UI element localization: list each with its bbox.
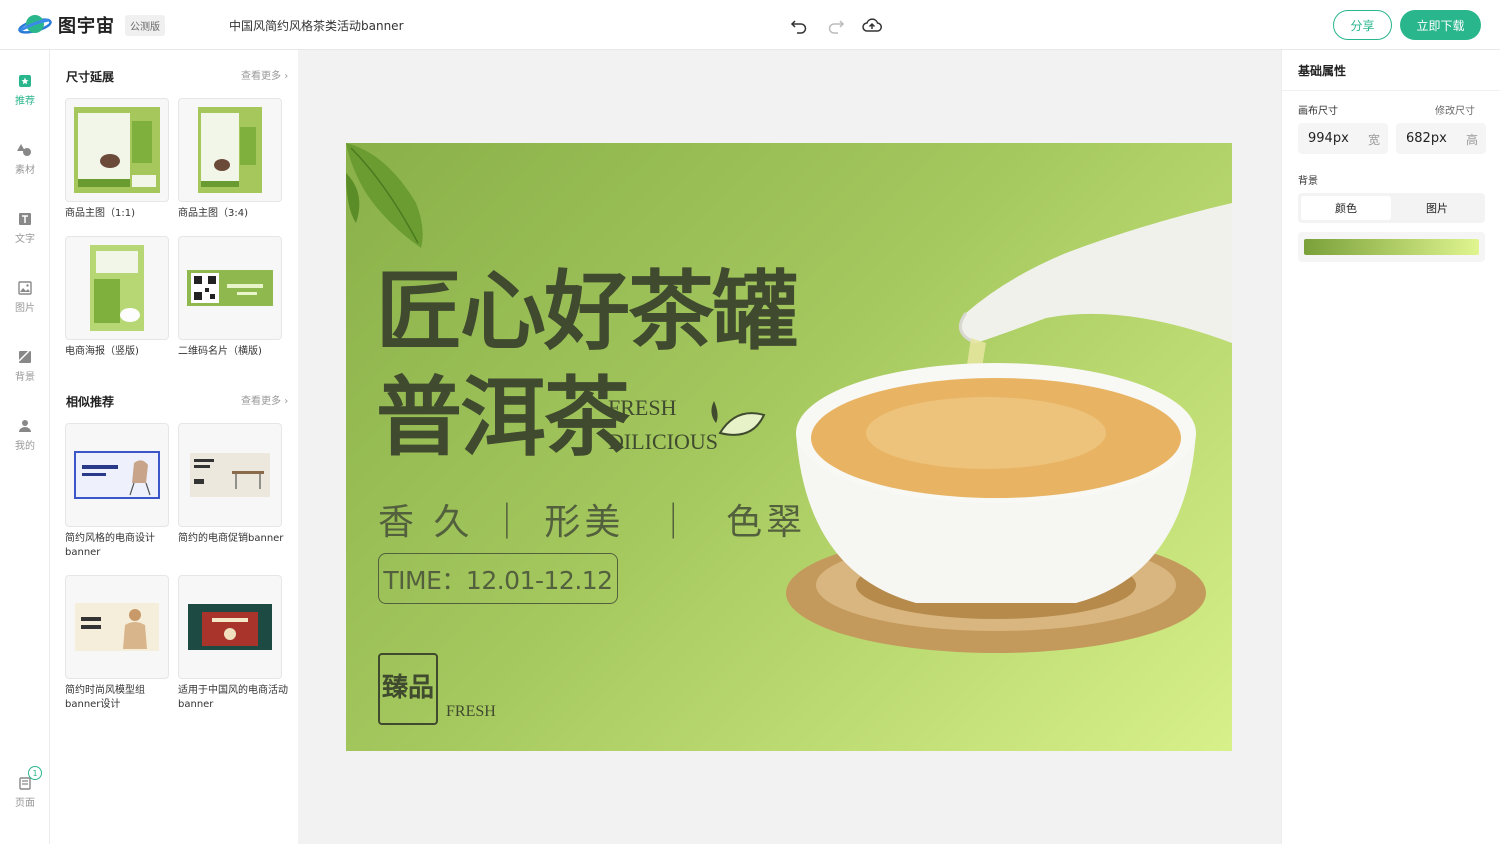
headline-line2[interactable]: 普洱茶 xyxy=(376,375,630,461)
tool-rail: 推荐 素材 文字 图片 背景 我的 页面 1 xyxy=(0,50,50,844)
cloud-save-icon[interactable] xyxy=(862,15,882,35)
chinese-style-banner-thumbnail xyxy=(188,604,272,650)
user-icon xyxy=(19,420,31,432)
template-card[interactable] xyxy=(65,236,169,340)
text-icon xyxy=(19,213,31,225)
seal-caption[interactable]: FRESH xyxy=(446,703,496,721)
width-field[interactable]: 994px 宽 xyxy=(1298,123,1388,154)
chevron-right-icon: › xyxy=(284,396,289,407)
template-card[interactable] xyxy=(178,423,282,527)
template-card[interactable] xyxy=(178,575,282,679)
see-more-similar[interactable]: 查看更多 › xyxy=(241,392,288,407)
rail-item-label: 我的 xyxy=(15,441,35,452)
tea-poster-thumbnail xyxy=(90,245,144,331)
properties-panel: 基础属性 画布尺寸 修改尺寸 994px 宽 682px 高 背景 颜色 图片 xyxy=(1281,50,1500,844)
english-fresh-text[interactable]: FRESH xyxy=(608,395,676,421)
time-box[interactable]: TIME：12.01-12.12 xyxy=(378,553,618,604)
rail-item-label: 背景 xyxy=(15,372,35,383)
template-card-label: 二维码名片（横版) xyxy=(178,346,262,357)
headline-line1[interactable]: 匠心好茶罐 xyxy=(376,269,798,355)
template-card-label: 简约风格的电商设计banner xyxy=(65,533,155,558)
qr-card-thumbnail xyxy=(187,270,273,306)
bg-option-image[interactable]: 图片 xyxy=(1392,196,1482,220)
rail-item-label: 图片 xyxy=(15,303,35,314)
canvas-size-label: 画布尺寸 xyxy=(1298,106,1338,117)
tea-product-thumbnail xyxy=(198,107,262,193)
beta-badge: 公测版 xyxy=(125,14,165,36)
rail-item-mine[interactable]: 我的 xyxy=(0,419,50,452)
see-more-label: 查看更多 xyxy=(241,396,281,407)
template-card[interactable] xyxy=(178,98,282,202)
template-card[interactable] xyxy=(178,236,282,340)
resize-link[interactable]: 修改尺寸 xyxy=(1435,102,1475,117)
template-panel: 尺寸延展 查看更多 › 商品主图（1:1) 商品主图（3:4) 电商海报（竖版)… xyxy=(50,50,298,844)
tagline-text[interactable]: 香 久 ｜ 形美 ｜ 色翠 xyxy=(378,493,806,545)
bg-option-color[interactable]: 颜色 xyxy=(1301,196,1391,220)
template-card[interactable] xyxy=(65,575,169,679)
template-card[interactable] xyxy=(65,98,169,202)
redo-icon[interactable] xyxy=(826,15,846,35)
rail-item-recommend[interactable]: 推荐 xyxy=(0,74,50,107)
height-unit: 高 xyxy=(1465,133,1478,147)
share-button[interactable]: 分享 xyxy=(1333,10,1392,40)
template-card-label: 简约的电商促销banner xyxy=(178,533,284,544)
design-canvas[interactable]: 匠心好茶罐 普洱茶 FRESH DILICIOUS 香 久 ｜ 形美 ｜ 色翠 … xyxy=(346,143,1232,751)
tea-product-thumbnail xyxy=(74,107,160,193)
divider xyxy=(1282,90,1500,91)
section-title-similar: 相似推荐 xyxy=(66,395,115,409)
rail-item-label: 文字 xyxy=(15,234,35,245)
template-card-label: 商品主图（3:4) xyxy=(178,208,248,219)
teapot-and-cup-illustration[interactable] xyxy=(766,193,1232,713)
rail-item-pages[interactable]: 页面 xyxy=(0,776,50,809)
tea-leaf-decoration[interactable] xyxy=(346,143,436,253)
page-count-badge: 1 xyxy=(28,766,42,780)
leaf-icon[interactable] xyxy=(706,393,770,449)
table-banner-thumbnail xyxy=(190,453,270,497)
background-type-toggle: 颜色 图片 xyxy=(1298,193,1485,223)
workspace: 匠心好茶罐 普洱茶 FRESH DILICIOUS 香 久 ｜ 形美 ｜ 色翠 … xyxy=(298,50,1281,844)
undo-icon[interactable] xyxy=(789,15,809,35)
fashion-banner-thumbnail xyxy=(75,603,159,651)
template-card[interactable] xyxy=(65,423,169,527)
properties-title: 基础属性 xyxy=(1298,64,1347,78)
document-title[interactable]: 中国风简约风格茶类活动banner xyxy=(229,17,404,34)
rail-item-text[interactable]: 文字 xyxy=(0,212,50,245)
rail-item-label: 页面 xyxy=(15,798,35,809)
rail-item-label: 推荐 xyxy=(15,96,35,107)
template-card-label: 电商海报（竖版) xyxy=(65,346,139,357)
width-unit: 宽 xyxy=(1367,133,1380,147)
see-more-size[interactable]: 查看更多 › xyxy=(241,67,288,82)
background-icon xyxy=(18,350,31,363)
gradient-swatch xyxy=(1304,239,1479,255)
english-dilicious-text[interactable]: DILICIOUS xyxy=(608,429,718,455)
shapes-icon xyxy=(17,144,31,156)
template-card-label: 适用于中国风的电商活动banner xyxy=(178,685,288,710)
planet-logo-icon xyxy=(18,11,52,39)
background-label: 背景 xyxy=(1298,176,1318,187)
rail-item-material[interactable]: 素材 xyxy=(0,143,50,176)
see-more-label: 查看更多 xyxy=(241,71,281,82)
gradient-picker[interactable] xyxy=(1298,232,1485,262)
chair-banner-thumbnail xyxy=(74,451,160,499)
height-value: 682px xyxy=(1406,131,1447,146)
rail-item-background[interactable]: 背景 xyxy=(0,350,50,383)
rail-item-label: 素材 xyxy=(15,165,35,176)
top-bar: 图宇宙 公测版 中国风简约风格茶类活动banner 分享 立即下载 xyxy=(0,0,1500,50)
rail-item-image[interactable]: 图片 xyxy=(0,281,50,314)
height-field[interactable]: 682px 高 xyxy=(1396,123,1486,154)
template-card-label: 简约时尚风模型组banner设计 xyxy=(65,685,145,710)
width-value: 994px xyxy=(1308,131,1349,146)
section-title-size: 尺寸延展 xyxy=(66,70,115,84)
seal-stamp[interactable]: 臻品 xyxy=(378,653,438,725)
download-button[interactable]: 立即下载 xyxy=(1400,10,1481,40)
template-card-label: 商品主图（1:1) xyxy=(65,208,135,219)
recommend-icon xyxy=(19,75,31,87)
logo[interactable]: 图宇宙 公测版 xyxy=(18,11,165,39)
chevron-right-icon: › xyxy=(284,71,289,82)
logo-text: 图宇宙 xyxy=(58,16,115,37)
image-icon xyxy=(18,281,32,295)
